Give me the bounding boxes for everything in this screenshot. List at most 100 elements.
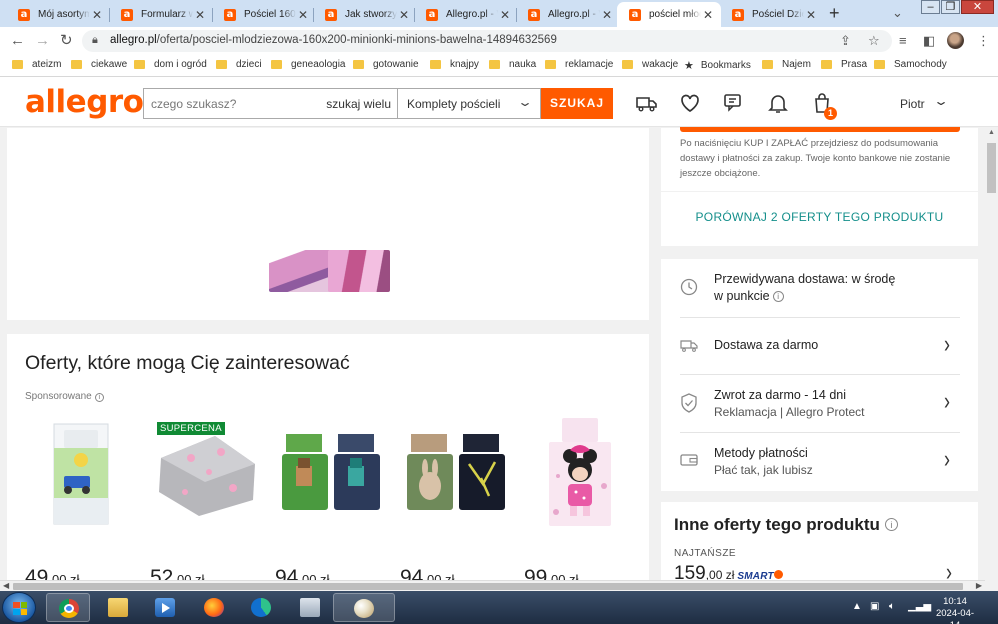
minimize-icon[interactable]: –	[921, 0, 940, 14]
browser-tab[interactable]: aAllegro.pl - Więcej✕	[414, 2, 518, 27]
product-image[interactable]	[278, 432, 382, 512]
chevron-right-icon: ›	[944, 386, 950, 415]
menu-dots-icon[interactable]: ⋮	[977, 33, 990, 49]
calculator-taskbar-button[interactable]	[288, 593, 332, 622]
product-image[interactable]	[155, 430, 260, 518]
bookmark-folder[interactable]: ciekawe	[71, 59, 127, 70]
bookmark-folder[interactable]: Samochody	[874, 59, 947, 70]
product-image[interactable]	[403, 432, 507, 512]
close-tab-icon[interactable]: ✕	[193, 8, 207, 22]
explorer-taskbar-button[interactable]	[96, 593, 140, 622]
profile-avatar[interactable]	[947, 32, 964, 49]
heart-icon[interactable]	[678, 91, 702, 115]
bookmark-folder[interactable]: dzieci	[216, 59, 262, 70]
browser-tab[interactable]: aMój asortyment✕	[6, 2, 110, 27]
firefox-icon	[204, 598, 224, 617]
url-text[interactable]: allegro.pl/oferta/posciel-mlodziezowa-16…	[110, 34, 557, 46]
folder-icon	[134, 60, 145, 69]
browser-tab[interactable]: aPościel 160 x 200✕	[212, 2, 316, 27]
gallery-thumbnail[interactable]	[269, 250, 331, 292]
reading-list-icon[interactable]: ≡	[899, 33, 907, 49]
media-player-taskbar-button[interactable]	[143, 593, 187, 622]
browser-tab[interactable]: aPościel Dziecięca✕	[720, 2, 824, 27]
bookmark-item[interactable]: ★ Bookmarks	[684, 59, 751, 72]
reload-icon[interactable]: ↻	[60, 32, 73, 50]
info-icon[interactable]: i	[772, 291, 784, 302]
info-icon[interactable]: i	[884, 518, 898, 531]
firefox-taskbar-button[interactable]	[192, 593, 236, 622]
bookmark-folder[interactable]: wakacje	[622, 59, 678, 70]
bookmark-folder[interactable]: Najem	[762, 59, 811, 70]
category-select[interactable]: Komplety pościeli ⌄	[397, 88, 541, 119]
user-name[interactable]: Piotr	[900, 97, 925, 111]
close-tab-icon[interactable]: ✕	[701, 8, 715, 22]
close-tab-icon[interactable]: ✕	[498, 8, 512, 22]
info-icon[interactable]: i	[94, 393, 104, 402]
vertical-scrollbar[interactable]: ▲	[985, 127, 998, 591]
buy-now-button[interactable]	[680, 127, 960, 132]
scroll-thumb[interactable]	[987, 143, 996, 193]
bookmark-folder[interactable]: reklamacje	[545, 59, 613, 70]
free-delivery-row[interactable]: Dostawa za darmo ›	[680, 330, 960, 358]
search-many-link[interactable]: szukaj wielu	[326, 97, 391, 111]
side-panel-icon[interactable]: ◧	[923, 33, 935, 49]
paint-taskbar-button[interactable]	[333, 593, 395, 622]
chevron-down-icon[interactable]: ⌄	[933, 94, 949, 108]
product-image[interactable]	[546, 416, 614, 528]
start-button[interactable]	[2, 592, 36, 623]
edge-taskbar-button[interactable]	[239, 593, 283, 622]
delivery-truck-icon[interactable]	[635, 91, 659, 115]
new-tab-button[interactable]: +	[829, 4, 840, 22]
tray-expand-icon[interactable]: ▲	[852, 601, 862, 612]
tab-strip: aMój asortyment✕ aFormularz wystawiania✕…	[0, 0, 998, 27]
signal-icon[interactable]: ▁▃▅	[908, 601, 931, 612]
close-tab-icon[interactable]: ✕	[804, 8, 818, 22]
allegro-logo[interactable]: allegro	[25, 84, 144, 120]
close-tab-icon[interactable]: ✕	[296, 8, 310, 22]
folder-icon	[874, 60, 885, 69]
search-button[interactable]: SZUKAJ	[541, 88, 613, 119]
forward-icon[interactable]: →	[35, 32, 50, 50]
bell-icon[interactable]	[766, 91, 790, 115]
bookmark-folder[interactable]: nauka	[489, 59, 536, 70]
close-tab-icon[interactable]: ✕	[90, 8, 104, 22]
close-tab-icon[interactable]: ✕	[397, 8, 411, 22]
bookmark-folder[interactable]: gotowanie	[353, 59, 419, 70]
tab-search-chevron-icon[interactable]: ⌄	[892, 5, 903, 21]
browser-tab[interactable]: aFormularz wystawiania✕	[109, 2, 213, 27]
address-bar[interactable]: 🔒︎ allegro.pl/oferta/posciel-mlodziezowa…	[82, 30, 892, 52]
browser-tab-active[interactable]: apościel młodzieżowa✕	[617, 2, 721, 27]
scroll-left-icon[interactable]: ◀	[3, 581, 9, 590]
gallery-thumbnail[interactable]	[328, 250, 390, 292]
restore-icon[interactable]: ❐	[941, 0, 960, 14]
horizontal-scrollbar[interactable]: ◀ ▶	[0, 580, 985, 591]
product-image[interactable]	[50, 418, 112, 530]
payment-methods-row[interactable]: Metody płatności Płać tak, jak lubisz ›	[680, 445, 960, 481]
bookmark-folder[interactable]: ateizm	[12, 59, 61, 70]
volume-icon[interactable]: 🔈︎	[889, 601, 895, 612]
back-icon[interactable]: ←	[10, 32, 25, 50]
chrome-taskbar-button[interactable]	[46, 593, 90, 622]
close-window-icon[interactable]: ✕	[961, 0, 994, 14]
bookmark-star-icon[interactable]: ☆	[868, 33, 880, 49]
wallet-icon	[680, 454, 698, 466]
bookmark-folder[interactable]: Prasa	[821, 59, 867, 70]
messages-icon[interactable]	[722, 91, 746, 115]
scroll-thumb[interactable]	[13, 583, 963, 590]
free-return-row[interactable]: Zwrot za darmo - 14 dni Reklamacja | All…	[680, 387, 960, 423]
close-tab-icon[interactable]: ✕	[600, 8, 614, 22]
network-icon[interactable]: ▣	[870, 601, 879, 612]
search-input[interactable]	[144, 89, 319, 118]
browser-tab[interactable]: aAllegro.pl - Więcej✕	[516, 2, 620, 27]
compare-offers-link[interactable]: PORÓWNAJ 2 OFERTY TEGO PRODUKTU	[661, 210, 978, 224]
taskbar-clock[interactable]: 10:142024-04-14	[935, 596, 975, 624]
browser-tab[interactable]: a Jak stworzyć ✕	[313, 2, 417, 27]
allegro-favicon-icon: a	[528, 8, 540, 21]
scroll-up-icon[interactable]: ▲	[988, 129, 995, 136]
scroll-right-icon[interactable]: ▶	[976, 581, 982, 590]
share-icon[interactable]: ⇪	[840, 33, 851, 49]
bookmark-folder[interactable]: dom i ogród	[134, 59, 207, 70]
bookmark-folder[interactable]: knajpy	[430, 59, 479, 70]
divider	[680, 317, 960, 318]
bookmark-folder[interactable]: geneaologia	[271, 59, 346, 70]
